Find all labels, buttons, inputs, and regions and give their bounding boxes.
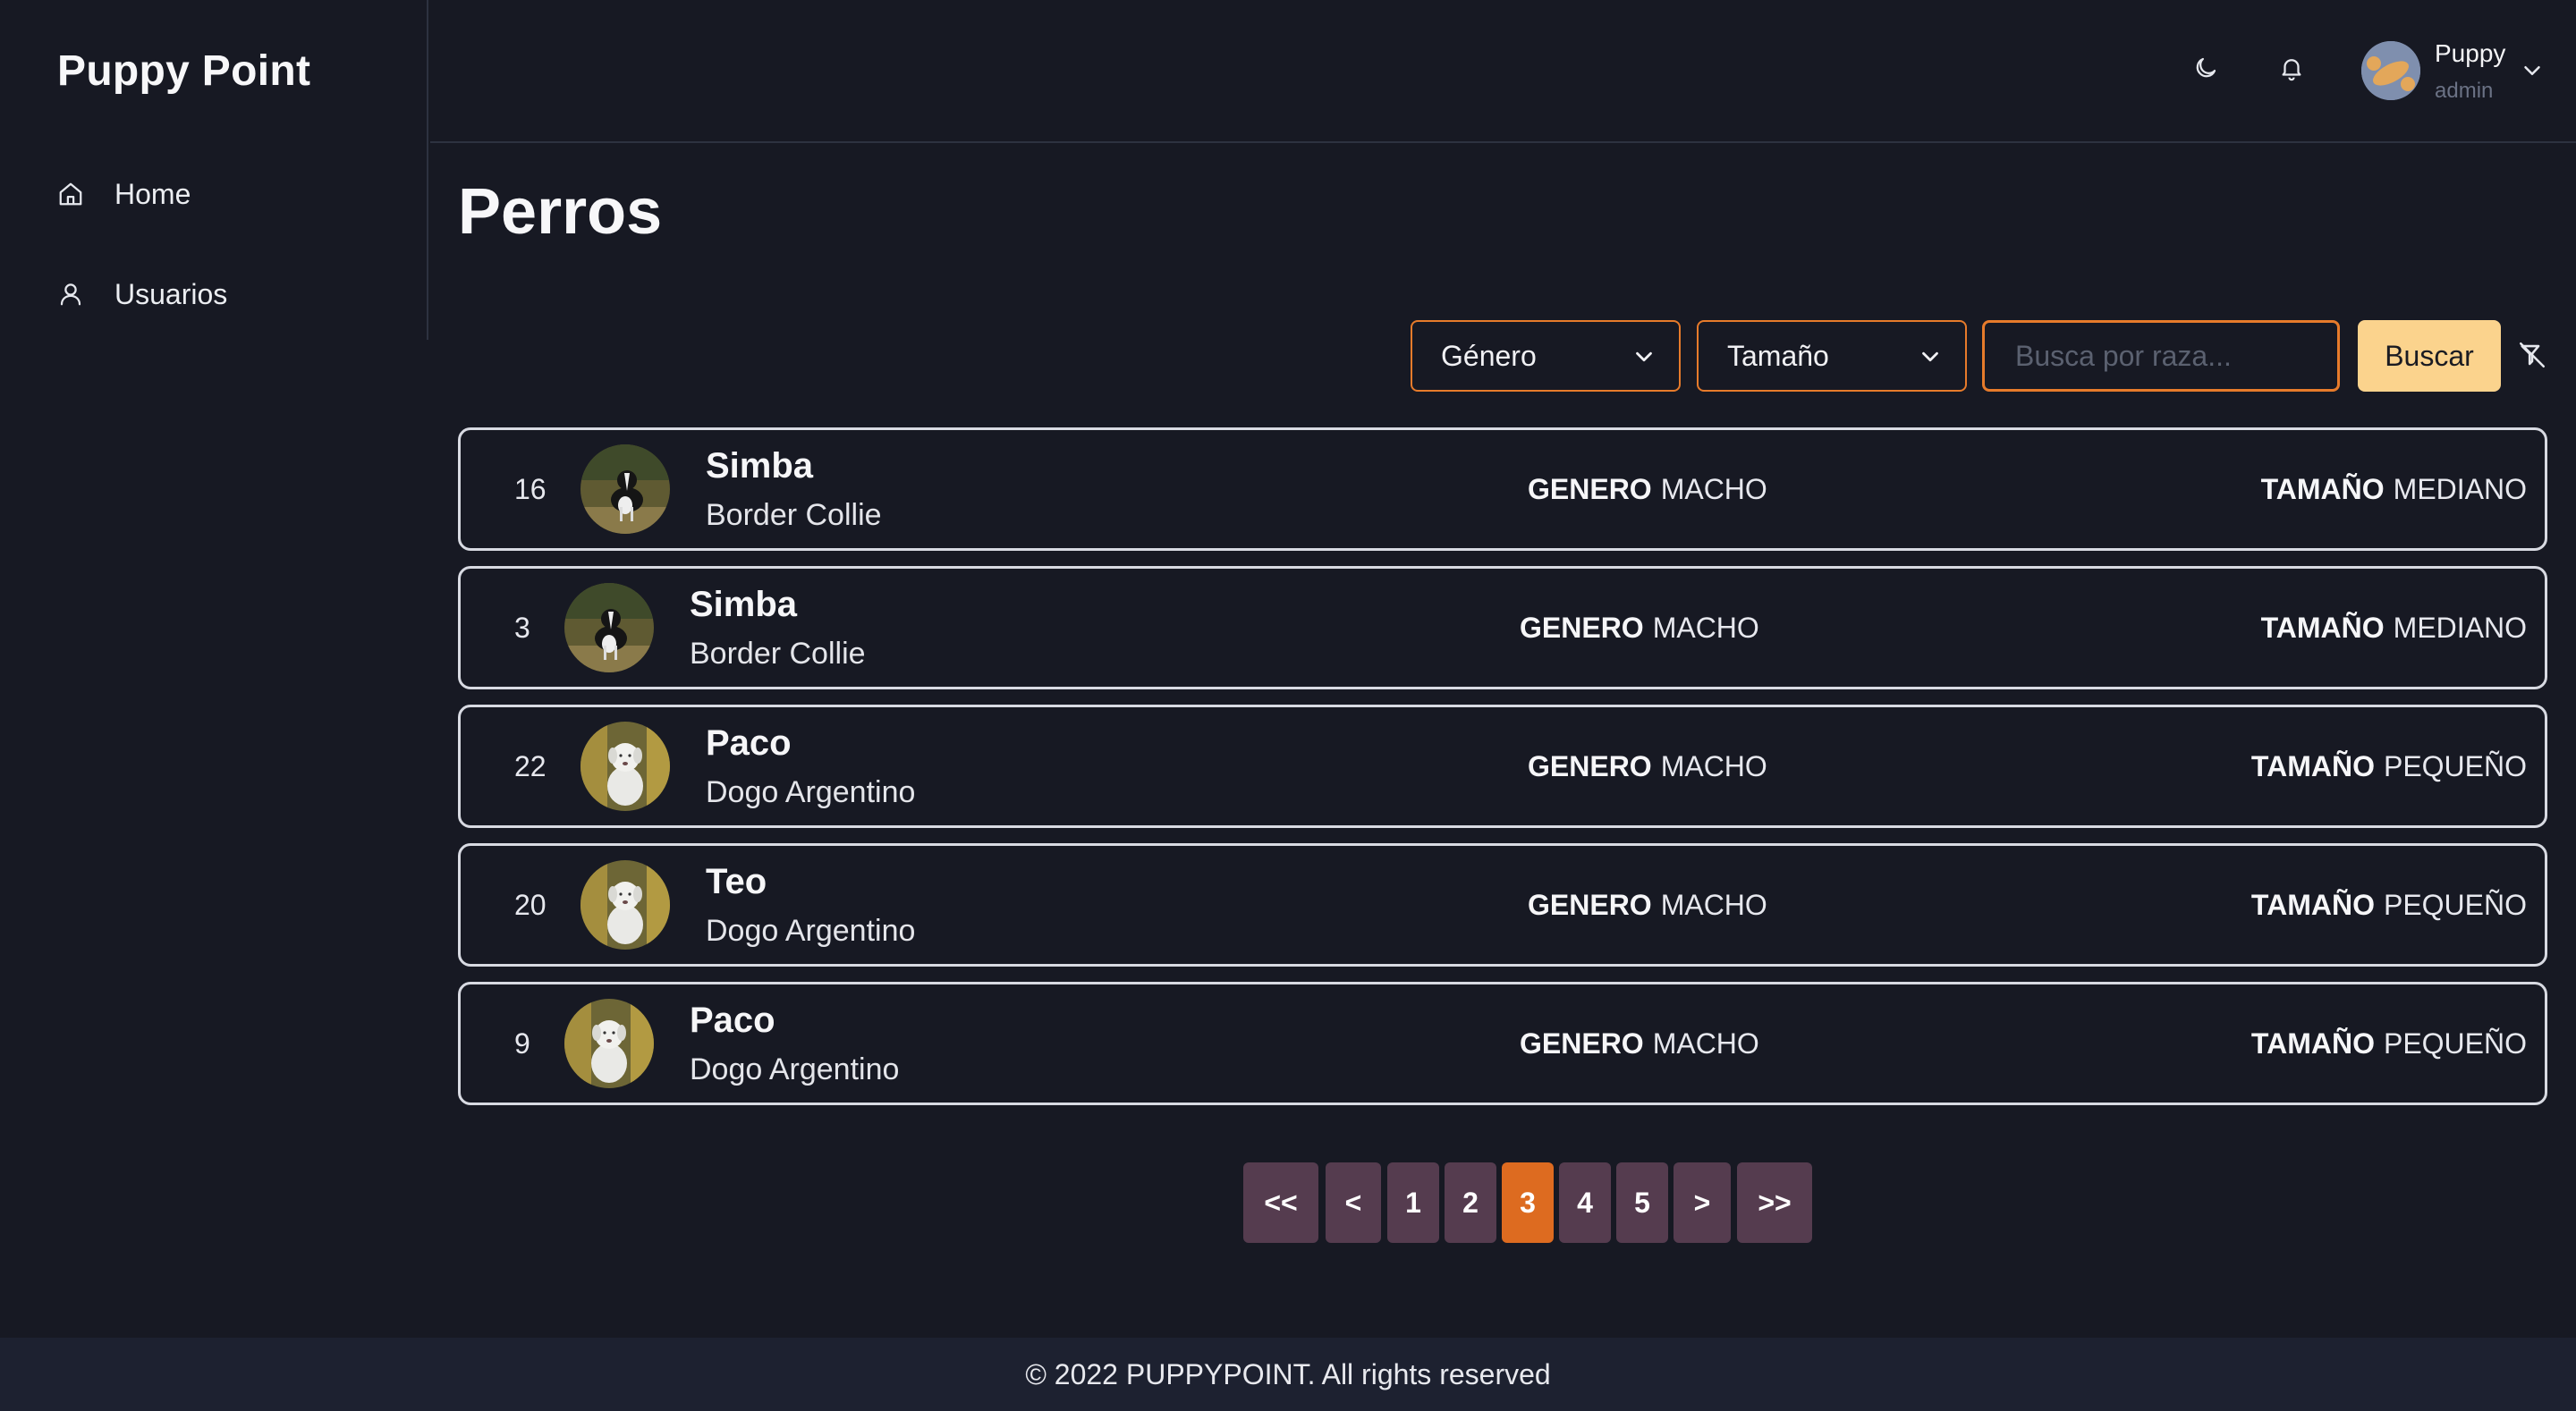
search-button[interactable]: Buscar [2358, 320, 2501, 392]
size-select[interactable]: Tamaño [1697, 320, 1967, 392]
size-label: TAMAÑO [2250, 749, 2375, 782]
dog-gender: GENERO MACHO [1520, 569, 1759, 687]
dog-size: TAMAÑO PEQUEÑO [2251, 984, 2527, 1103]
dog-gender: GENERO MACHO [1528, 846, 1767, 964]
dog-name: Simba [706, 446, 814, 486]
chevron-down-icon[interactable] [2519, 57, 2546, 84]
gender-value: MACHO [1652, 1027, 1759, 1060]
dog-gender: GENERO MACHO [1528, 707, 1767, 825]
moon-icon[interactable] [2190, 52, 2222, 84]
dog-id: 9 [514, 1027, 530, 1060]
chevron-down-icon [1917, 343, 1944, 370]
dog-id: 16 [514, 472, 547, 505]
gender-label: GENERO [1520, 611, 1644, 644]
page-last-button[interactable]: >> [1737, 1162, 1812, 1243]
page-first-button[interactable]: << [1243, 1162, 1318, 1243]
gender-label: GENERO [1520, 1027, 1644, 1060]
gender-select[interactable]: Género [1411, 320, 1681, 392]
dog-name: Paco [706, 723, 792, 763]
dog-size: TAMAÑO PEQUEÑO [2251, 846, 2527, 964]
dog-breed: Border Collie [706, 498, 882, 532]
home-icon [57, 181, 84, 207]
dog-row[interactable]: 9 Paco Dogo Argentino GENERO MACHO TAMAÑO PEQU… [458, 982, 2547, 1105]
size-label: TAMAÑO [2260, 472, 2385, 505]
size-value: MEDIANO [2393, 472, 2527, 505]
sidebar-item-usuarios[interactable]: Usuarios [57, 269, 397, 319]
size-select-value: Tamaño [1727, 339, 1829, 372]
dog-size: TAMAÑO MEDIANO [2261, 569, 2527, 687]
size-label: TAMAÑO [2250, 888, 2375, 921]
user-role: admin [2435, 79, 2494, 103]
dog-row[interactable]: 3 Simba Border Collie GENERO MACHO TAMAÑO MEDI… [458, 566, 2547, 689]
dog-id: 20 [514, 888, 547, 921]
filter-off-icon[interactable] [2517, 340, 2549, 372]
page-button-2[interactable]: 2 [1445, 1162, 1496, 1243]
gender-value: MACHO [1660, 888, 1767, 921]
dog-size: TAMAÑO PEQUEÑO [2251, 707, 2527, 825]
sidebar-item-label: Home [114, 177, 191, 210]
size-label: TAMAÑO [2250, 1027, 2375, 1060]
brand-logo[interactable]: Puppy Point [57, 46, 310, 96]
page-button-3-current[interactable]: 3 [1502, 1162, 1554, 1243]
footer-copyright: © 2022 PUPPYPOINT. All rights reserved [1025, 1357, 1551, 1390]
gender-value: MACHO [1660, 472, 1767, 505]
size-value: MEDIANO [2393, 611, 2527, 644]
size-label: TAMAÑO [2260, 611, 2385, 644]
page-button-1[interactable]: 1 [1387, 1162, 1439, 1243]
avatar[interactable] [2361, 41, 2420, 100]
page-title: Perros [458, 176, 663, 248]
page-prev-button[interactable]: < [1326, 1162, 1381, 1243]
gender-label: GENERO [1528, 472, 1652, 505]
dog-breed: Dogo Argentino [706, 914, 916, 948]
dog-row[interactable]: 22 Paco Dogo Argentino GENERO MACHO TAMAÑO PEQ… [458, 705, 2547, 828]
dog-gender: GENERO MACHO [1528, 430, 1767, 548]
dog-photo [580, 860, 670, 950]
search-input[interactable] [1982, 320, 2340, 392]
page-next-button[interactable]: > [1674, 1162, 1731, 1243]
size-value: PEQUEÑO [2383, 888, 2527, 921]
dog-photo [580, 444, 670, 534]
dog-photo [564, 999, 654, 1088]
dog-name: Paco [690, 1001, 775, 1040]
dog-gender: GENERO MACHO [1520, 984, 1759, 1103]
chevron-down-icon [1631, 343, 1657, 370]
bell-icon[interactable] [2275, 52, 2308, 84]
dog-size: TAMAÑO MEDIANO [2261, 430, 2527, 548]
footer: © 2022 PUPPYPOINT. All rights reserved [0, 1338, 2576, 1411]
gender-select-value: Género [1441, 339, 1537, 372]
dog-photo [564, 583, 654, 672]
gender-value: MACHO [1652, 611, 1759, 644]
gender-label: GENERO [1528, 749, 1652, 782]
gender-value: MACHO [1660, 749, 1767, 782]
dog-breed: Dogo Argentino [690, 1052, 900, 1086]
page-button-4[interactable]: 4 [1559, 1162, 1611, 1243]
dog-photo [580, 722, 670, 811]
user-name: Puppy [2435, 39, 2506, 67]
dog-id: 3 [514, 611, 530, 644]
topbar [430, 0, 2576, 143]
dog-name: Simba [690, 585, 798, 624]
gender-label: GENERO [1528, 888, 1652, 921]
dog-breed: Dogo Argentino [706, 775, 916, 809]
sidebar-item-label: Usuarios [114, 277, 228, 310]
size-value: PEQUEÑO [2383, 1027, 2527, 1060]
page-button-5[interactable]: 5 [1616, 1162, 1668, 1243]
dog-name: Teo [706, 862, 767, 901]
dog-breed: Border Collie [690, 637, 866, 671]
size-value: PEQUEÑO [2383, 749, 2527, 782]
user-icon [57, 281, 84, 308]
sidebar-item-home[interactable]: Home [57, 169, 397, 219]
dog-row[interactable]: 20 Teo Dogo Argentino GENERO MACHO TAMAÑO PEQU… [458, 843, 2547, 967]
sidebar: Puppy Point Home Usuarios [0, 0, 428, 340]
dog-id: 22 [514, 749, 547, 782]
dog-row[interactable]: 16 Simba Border Collie GENERO MACHO TAMAÑO MED… [458, 427, 2547, 551]
